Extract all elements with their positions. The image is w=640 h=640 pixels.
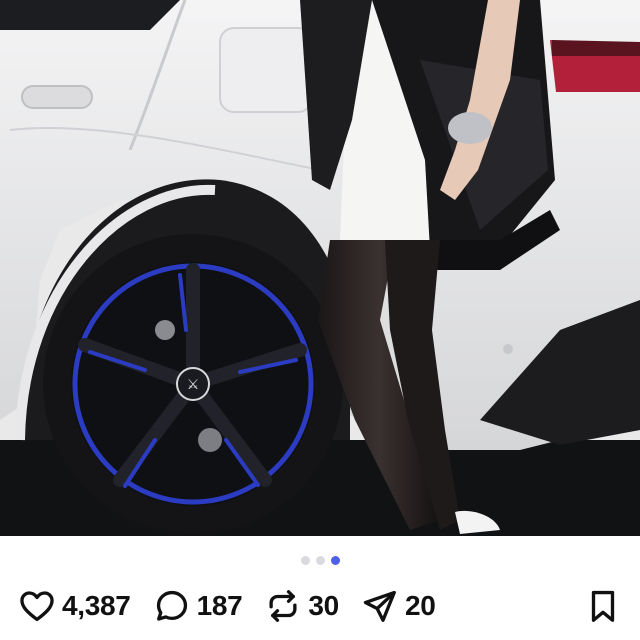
carousel-dot[interactable] [300,556,310,565]
svg-text:⚔: ⚔ [187,377,200,393]
share-count: 20 [404,590,436,621]
like-count: 4,387 [62,590,131,621]
repost-button[interactable]: 30 [264,587,339,625]
comment-count: 187 [196,590,243,621]
bookmark-icon[interactable] [584,587,622,625]
carousel-dot-active[interactable] [330,556,340,565]
comment-bubble-icon [156,590,187,621]
repost-count: 30 [308,590,339,621]
heart-icon [20,591,54,622]
like-button[interactable]: 4,387 [18,587,131,625]
post-card: ⚔ 4,387 187 30 20 [0,0,640,640]
share-button[interactable]: 20 [361,587,436,625]
post-actions-bar: 4,387 187 30 20 [18,584,622,628]
comment-button[interactable]: 187 [153,587,243,625]
carousel-indicator [0,556,640,566]
repost-icon [269,590,297,622]
post-image[interactable]: ⚔ [0,0,640,536]
send-icon [363,590,396,622]
carousel-dot[interactable] [315,556,325,565]
